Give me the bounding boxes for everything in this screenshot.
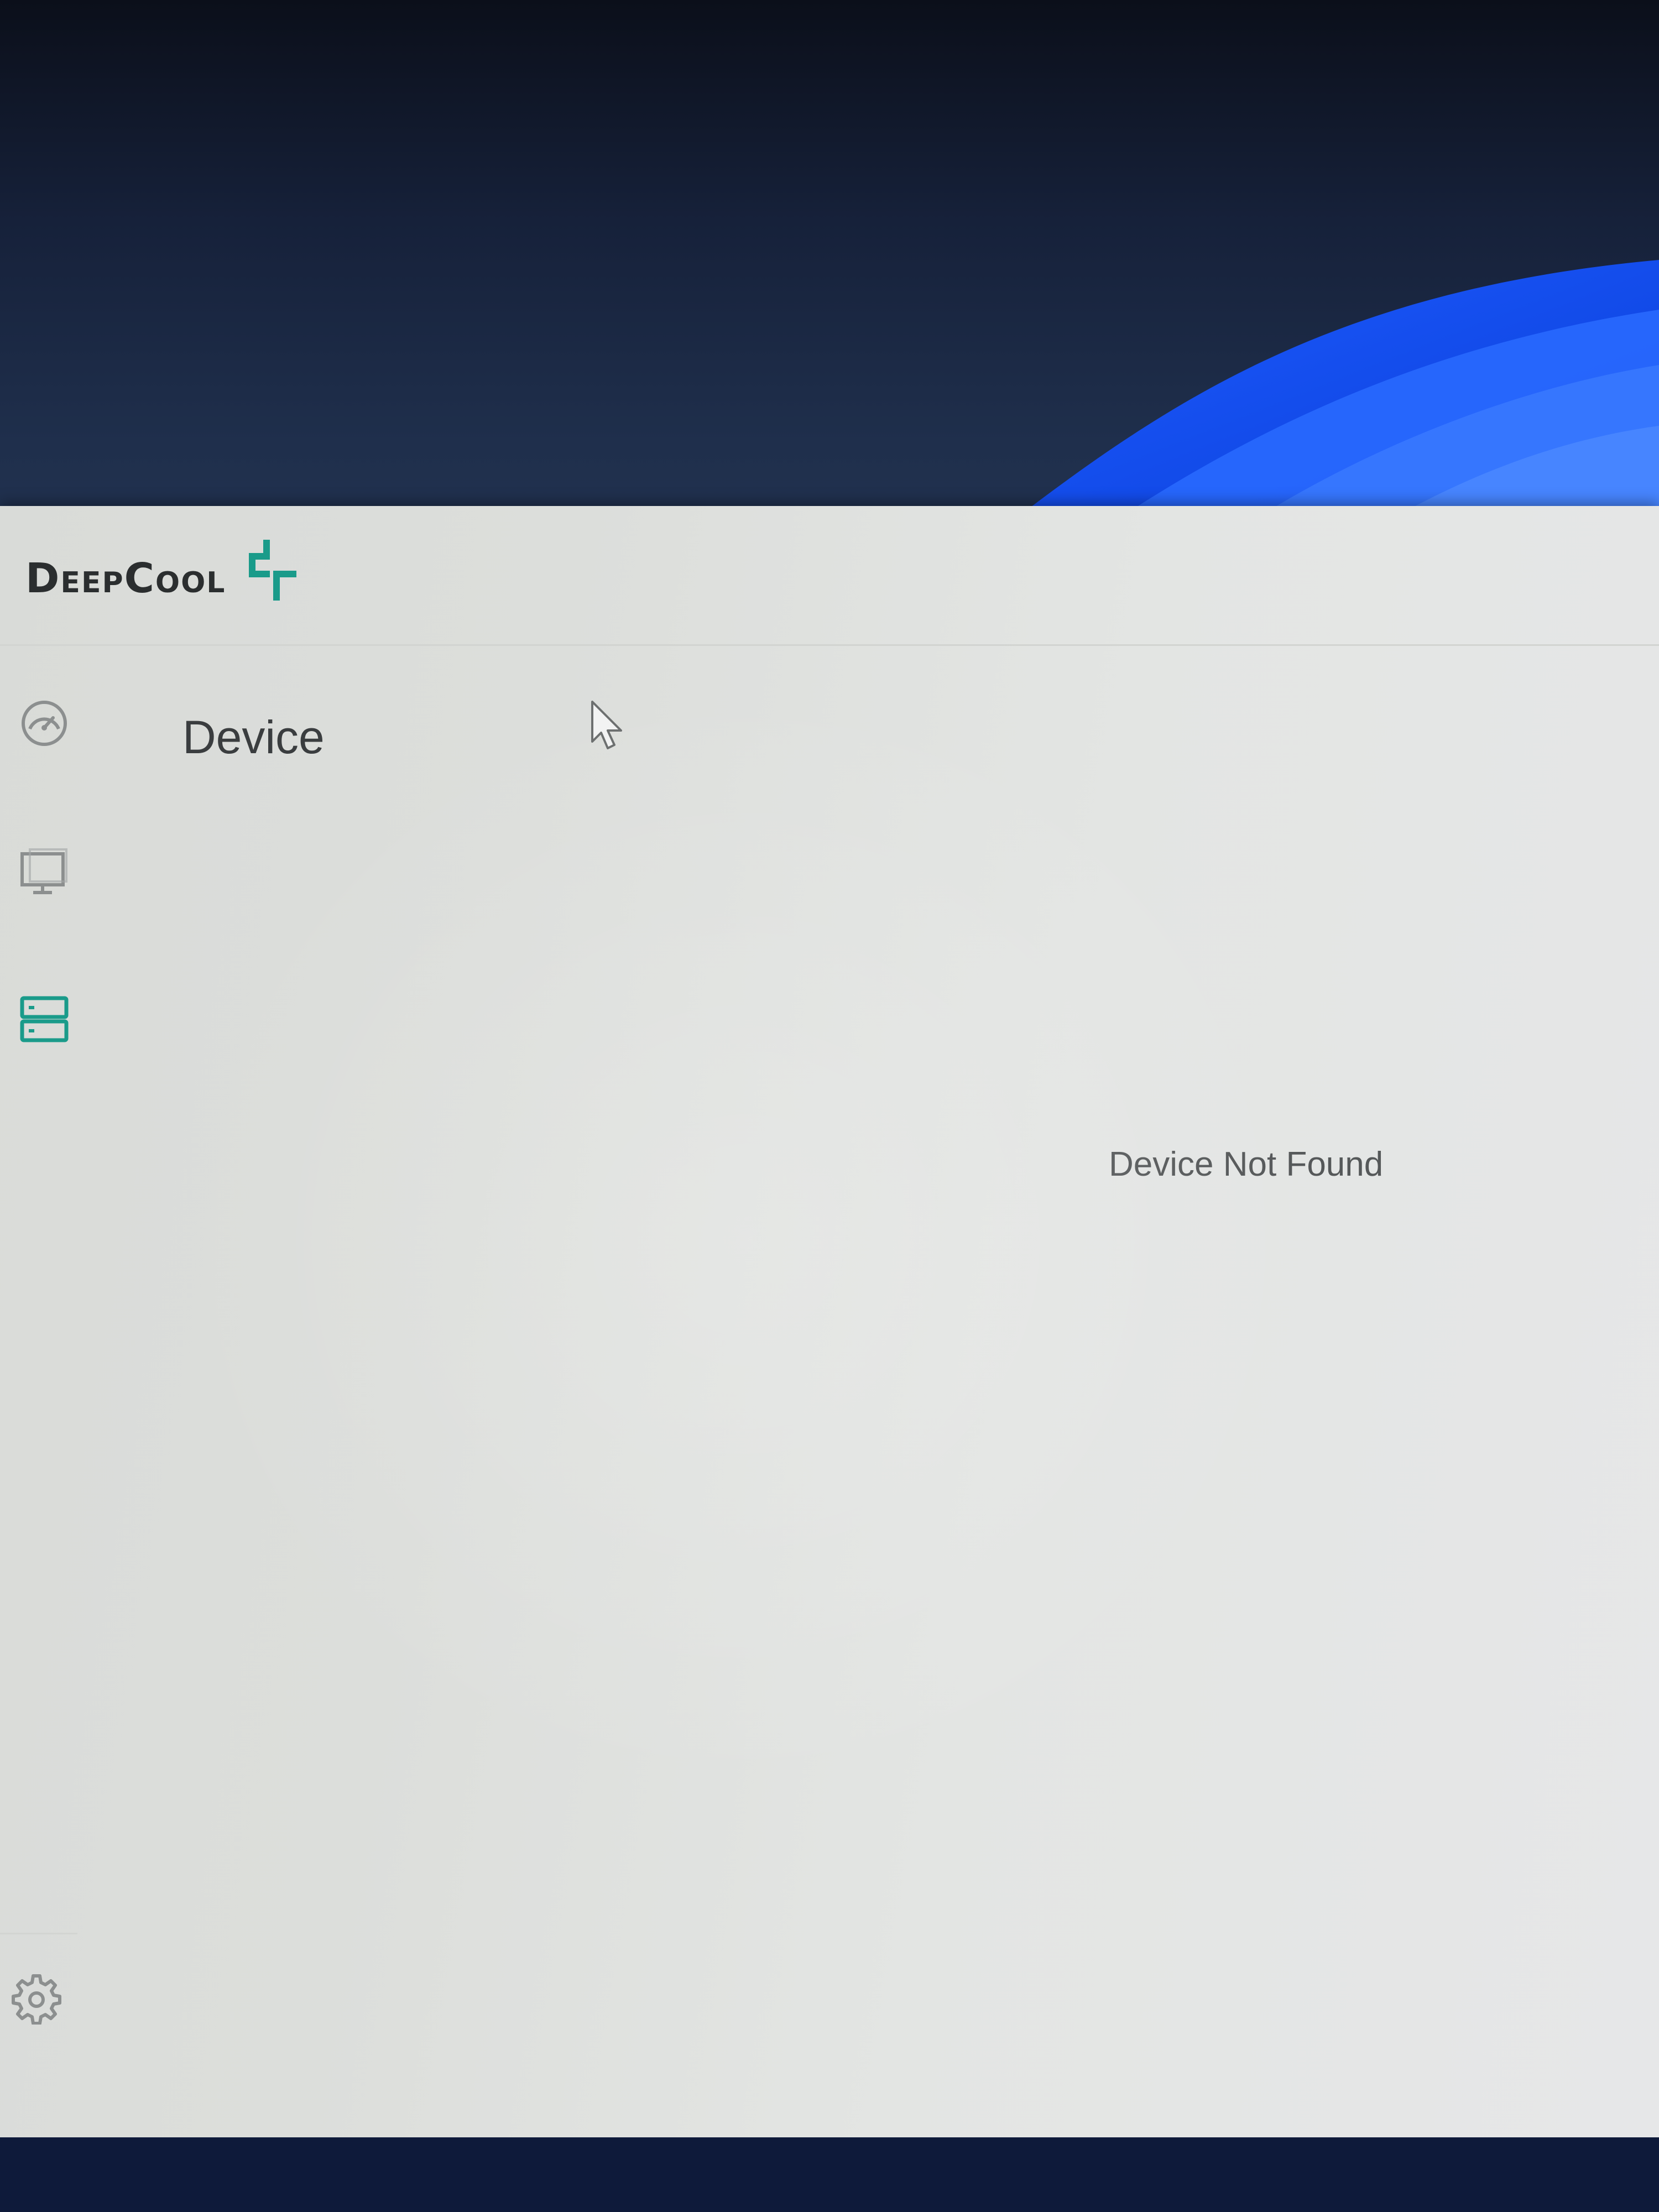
deepcool-app-window: DeepCool Device Device Not Found: [0, 506, 1659, 2137]
device-list-icon: [20, 996, 69, 1042]
mouse-cursor-icon: [591, 701, 622, 749]
sidebar-item-monitor[interactable]: [12, 841, 76, 905]
empty-state-message: Device Not Found: [1109, 1145, 1384, 1183]
sidebar-item-dashboard[interactable]: [12, 691, 76, 755]
deepcool-logo-icon: [249, 540, 297, 601]
brand-logo: DeepCool: [25, 540, 297, 602]
taskbar-strip: [0, 2137, 1659, 2212]
gear-icon: [12, 1974, 61, 2025]
settings-button[interactable]: [4, 1966, 69, 2030]
page-title: Device: [182, 711, 325, 763]
monitor-icon: [20, 848, 67, 894]
brand-name: DeepCool: [25, 555, 226, 602]
speedometer-icon: [22, 701, 67, 746]
sidebar-nav: [0, 644, 88, 2137]
sidebar-item-device[interactable]: [12, 987, 76, 1051]
app-header: DeepCool: [0, 506, 1659, 646]
sidebar-divider: [0, 1933, 77, 1934]
